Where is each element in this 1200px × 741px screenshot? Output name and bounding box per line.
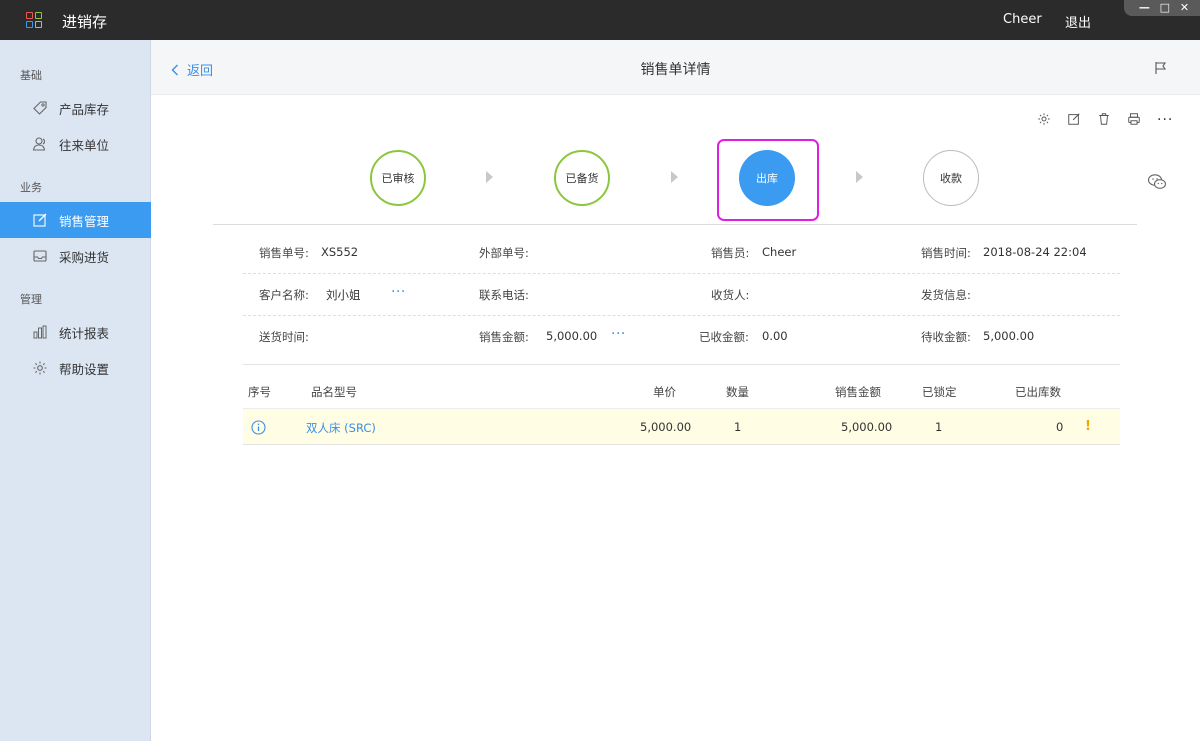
inbox-icon — [33, 250, 47, 262]
sale-time-value: 2018-08-24 22:04 — [983, 245, 1087, 259]
order-no-label: 销售单号: — [259, 246, 309, 260]
tag-icon — [33, 101, 47, 115]
sidebar-item-label: 销售管理 — [59, 213, 110, 229]
edit-icon — [33, 213, 47, 227]
step-audited[interactable]: 已审核 — [370, 150, 426, 206]
wechat-icon[interactable] — [1147, 173, 1167, 191]
sidebar-item-contacts[interactable]: 往来单位 — [0, 126, 151, 162]
flag-icon[interactable] — [1154, 61, 1168, 75]
settings-icon[interactable] — [1037, 112, 1051, 126]
column-header-locked: 已锁定 — [922, 385, 957, 399]
column-header-index: 序号 — [248, 385, 271, 399]
delivery-time-label: 送货时间: — [259, 330, 309, 344]
main-content: 返回 销售单详情 ··· 已审核 已备货 出库 收款 销售单号: XS552 外… — [151, 40, 1200, 741]
table-row[interactable]: 双人床 (SRC) 5,000.00 1 5,000.00 1 0 ! — [243, 408, 1120, 445]
salesperson-label: 销售员: — [711, 246, 750, 260]
column-header-qty: 数量 — [726, 385, 749, 399]
info-row: 送货时间: 销售金额: 5,000.00 ··· 已收金额: 0.00 待收金额… — [243, 316, 1120, 358]
close-icon[interactable]: ✕ — [1180, 2, 1189, 13]
warning-icon[interactable]: ! — [1085, 419, 1091, 434]
column-header-product: 品名型号 — [311, 385, 357, 399]
step-prepared[interactable]: 已备货 — [554, 150, 610, 206]
edit-icon[interactable] — [1067, 112, 1081, 126]
receiver-label: 收货人: — [711, 288, 750, 302]
print-icon[interactable] — [1127, 112, 1141, 126]
trash-icon[interactable] — [1097, 112, 1111, 126]
received-label: 已收金额: — [699, 330, 749, 344]
sidebar-item-settings[interactable]: 帮助设置 — [0, 350, 151, 386]
step-label: 收款 — [940, 172, 962, 185]
info-row: 销售单号: XS552 外部单号: 销售员: Cheer 销售时间: 2018-… — [243, 232, 1120, 274]
sidebar-section-basic: 基础 — [20, 69, 42, 82]
qty-cell: 1 — [734, 420, 742, 434]
gear-icon — [33, 361, 47, 375]
page-header: 返回 销售单详情 — [151, 40, 1200, 95]
pending-value: 5,000.00 — [983, 329, 1035, 343]
window-controls: — □ ✕ — [1124, 0, 1200, 16]
salesperson-value: Cheer — [762, 245, 797, 259]
maximize-icon[interactable]: □ — [1160, 2, 1170, 13]
bar-chart-icon — [33, 325, 47, 339]
step-label: 已审核 — [381, 172, 415, 185]
info-row: 客户名称: 刘小姐 ··· 联系电话: 收货人: 发货信息: — [243, 274, 1120, 316]
customer-label: 客户名称: — [259, 288, 309, 302]
price-cell: 5,000.00 — [640, 420, 692, 434]
order-no-value: XS552 — [321, 245, 359, 259]
divider — [243, 364, 1120, 365]
sidebar-item-label: 帮助设置 — [59, 361, 110, 377]
received-value: 0.00 — [762, 329, 788, 343]
customer-value: 刘小姐 — [326, 288, 361, 302]
user-name[interactable]: Cheer — [1003, 12, 1042, 27]
sidebar-item-purchase[interactable]: 采购进货 — [0, 238, 151, 274]
phone-label: 联系电话: — [479, 288, 529, 302]
step-arrow-icon — [856, 171, 863, 183]
ship-info-label: 发货信息: — [921, 288, 971, 302]
external-no-label: 外部单号: — [479, 246, 529, 260]
amount-more-button[interactable]: ··· — [611, 326, 626, 342]
title-bar: 进销存 Cheer 退出 — □ ✕ — [0, 0, 1200, 40]
sidebar-section-business: 业务 — [20, 181, 42, 194]
contacts-icon — [32, 137, 46, 151]
customer-more-button[interactable]: ··· — [391, 284, 406, 300]
sidebar-item-label: 采购进货 — [59, 249, 110, 265]
minimize-icon[interactable]: — — [1139, 2, 1150, 13]
divider — [213, 224, 1137, 225]
step-arrow-icon — [486, 171, 493, 183]
pending-label: 待收金额: — [921, 330, 971, 344]
step-outbound[interactable]: 出库 — [739, 150, 795, 206]
step-arrow-icon — [671, 171, 678, 183]
step-payment[interactable]: 收款 — [923, 150, 979, 206]
product-link[interactable]: 双人床 (SRC) — [306, 420, 376, 436]
sidebar-item-inventory[interactable]: 产品库存 — [0, 90, 151, 126]
sale-time-label: 销售时间: — [921, 246, 971, 260]
sidebar-item-label: 往来单位 — [59, 137, 110, 153]
sidebar-item-label: 统计报表 — [59, 325, 110, 341]
sidebar: 基础 产品库存 往来单位 业务 销售管理 采购进货 管理 统计报表 帮助设置 — [0, 40, 151, 741]
sidebar-item-reports[interactable]: 统计报表 — [0, 314, 151, 350]
app-title: 进销存 — [62, 13, 108, 31]
column-header-shipped: 已出库数 — [1015, 385, 1061, 399]
app-logo-icon — [26, 12, 42, 28]
amount-cell: 5,000.00 — [841, 420, 893, 434]
sidebar-section-manage: 管理 — [20, 293, 42, 306]
amount-value: 5,000.00 — [546, 329, 598, 343]
locked-cell: 1 — [935, 420, 943, 434]
more-icon[interactable]: ··· — [1157, 112, 1173, 128]
column-header-amount: 销售金额 — [835, 385, 881, 399]
page-title: 销售单详情 — [640, 62, 711, 78]
logout-link[interactable]: 退出 — [1065, 12, 1091, 31]
amount-label: 销售金额: — [479, 330, 529, 344]
action-toolbar: ··· — [1037, 112, 1173, 128]
step-label: 已备货 — [565, 172, 599, 185]
column-header-price: 单价 — [653, 385, 676, 399]
sidebar-item-label: 产品库存 — [59, 101, 110, 117]
shipped-cell: 0 — [1056, 420, 1064, 434]
step-label: 出库 — [756, 172, 778, 185]
sidebar-item-sales[interactable]: 销售管理 — [0, 202, 151, 238]
info-icon[interactable] — [251, 420, 266, 435]
